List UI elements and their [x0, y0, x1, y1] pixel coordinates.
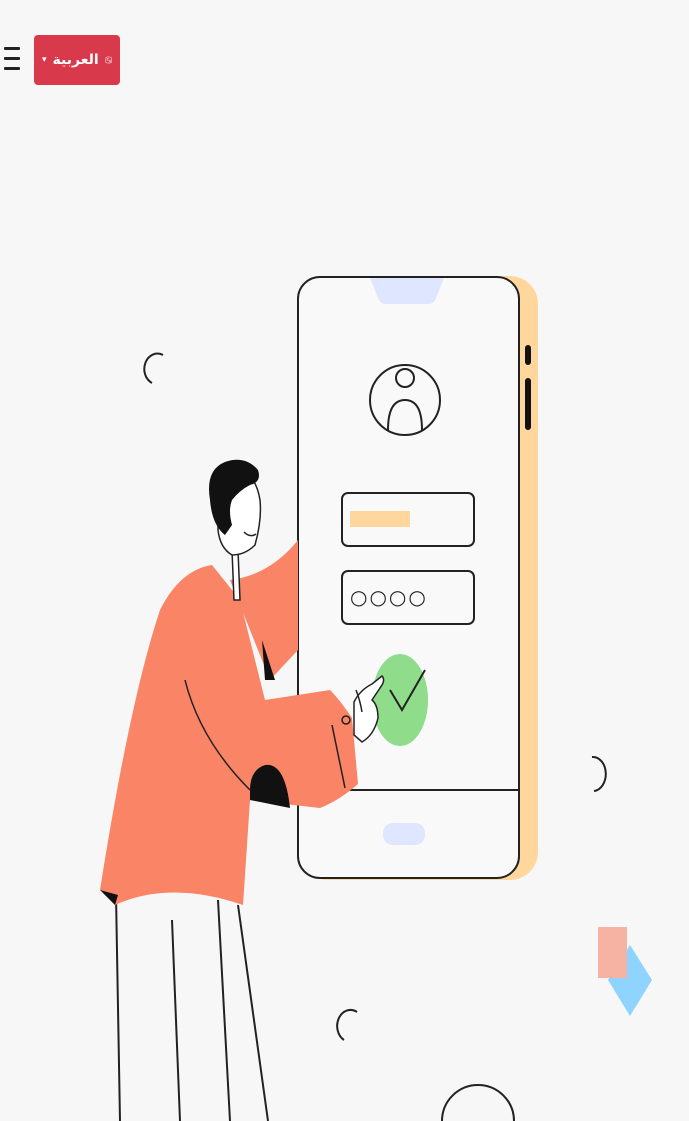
- leg-line: [171, 919, 181, 1121]
- check-circle-icon: [372, 654, 428, 746]
- phone-side-button: [525, 378, 531, 430]
- decor-arc: [336, 1009, 358, 1041]
- login-illustration: ○○○○: [100, 276, 652, 1121]
- leg-line: [115, 894, 121, 1121]
- decor-arc: [143, 352, 164, 384]
- page: ▾ العربية ○○○○: [0, 0, 689, 1121]
- decor-square: [598, 927, 627, 978]
- neck: [231, 549, 241, 601]
- phone-notch: [370, 278, 444, 304]
- leg-line: [237, 904, 269, 1121]
- decor-arc: [591, 755, 607, 792]
- phone-home-button: [383, 823, 425, 845]
- password-mask: ○○○○: [350, 585, 428, 609]
- phone-side-button: [525, 345, 531, 365]
- leg-line: [217, 899, 231, 1121]
- username-placeholder-bar: [350, 511, 410, 527]
- decor-arc: [441, 1084, 515, 1121]
